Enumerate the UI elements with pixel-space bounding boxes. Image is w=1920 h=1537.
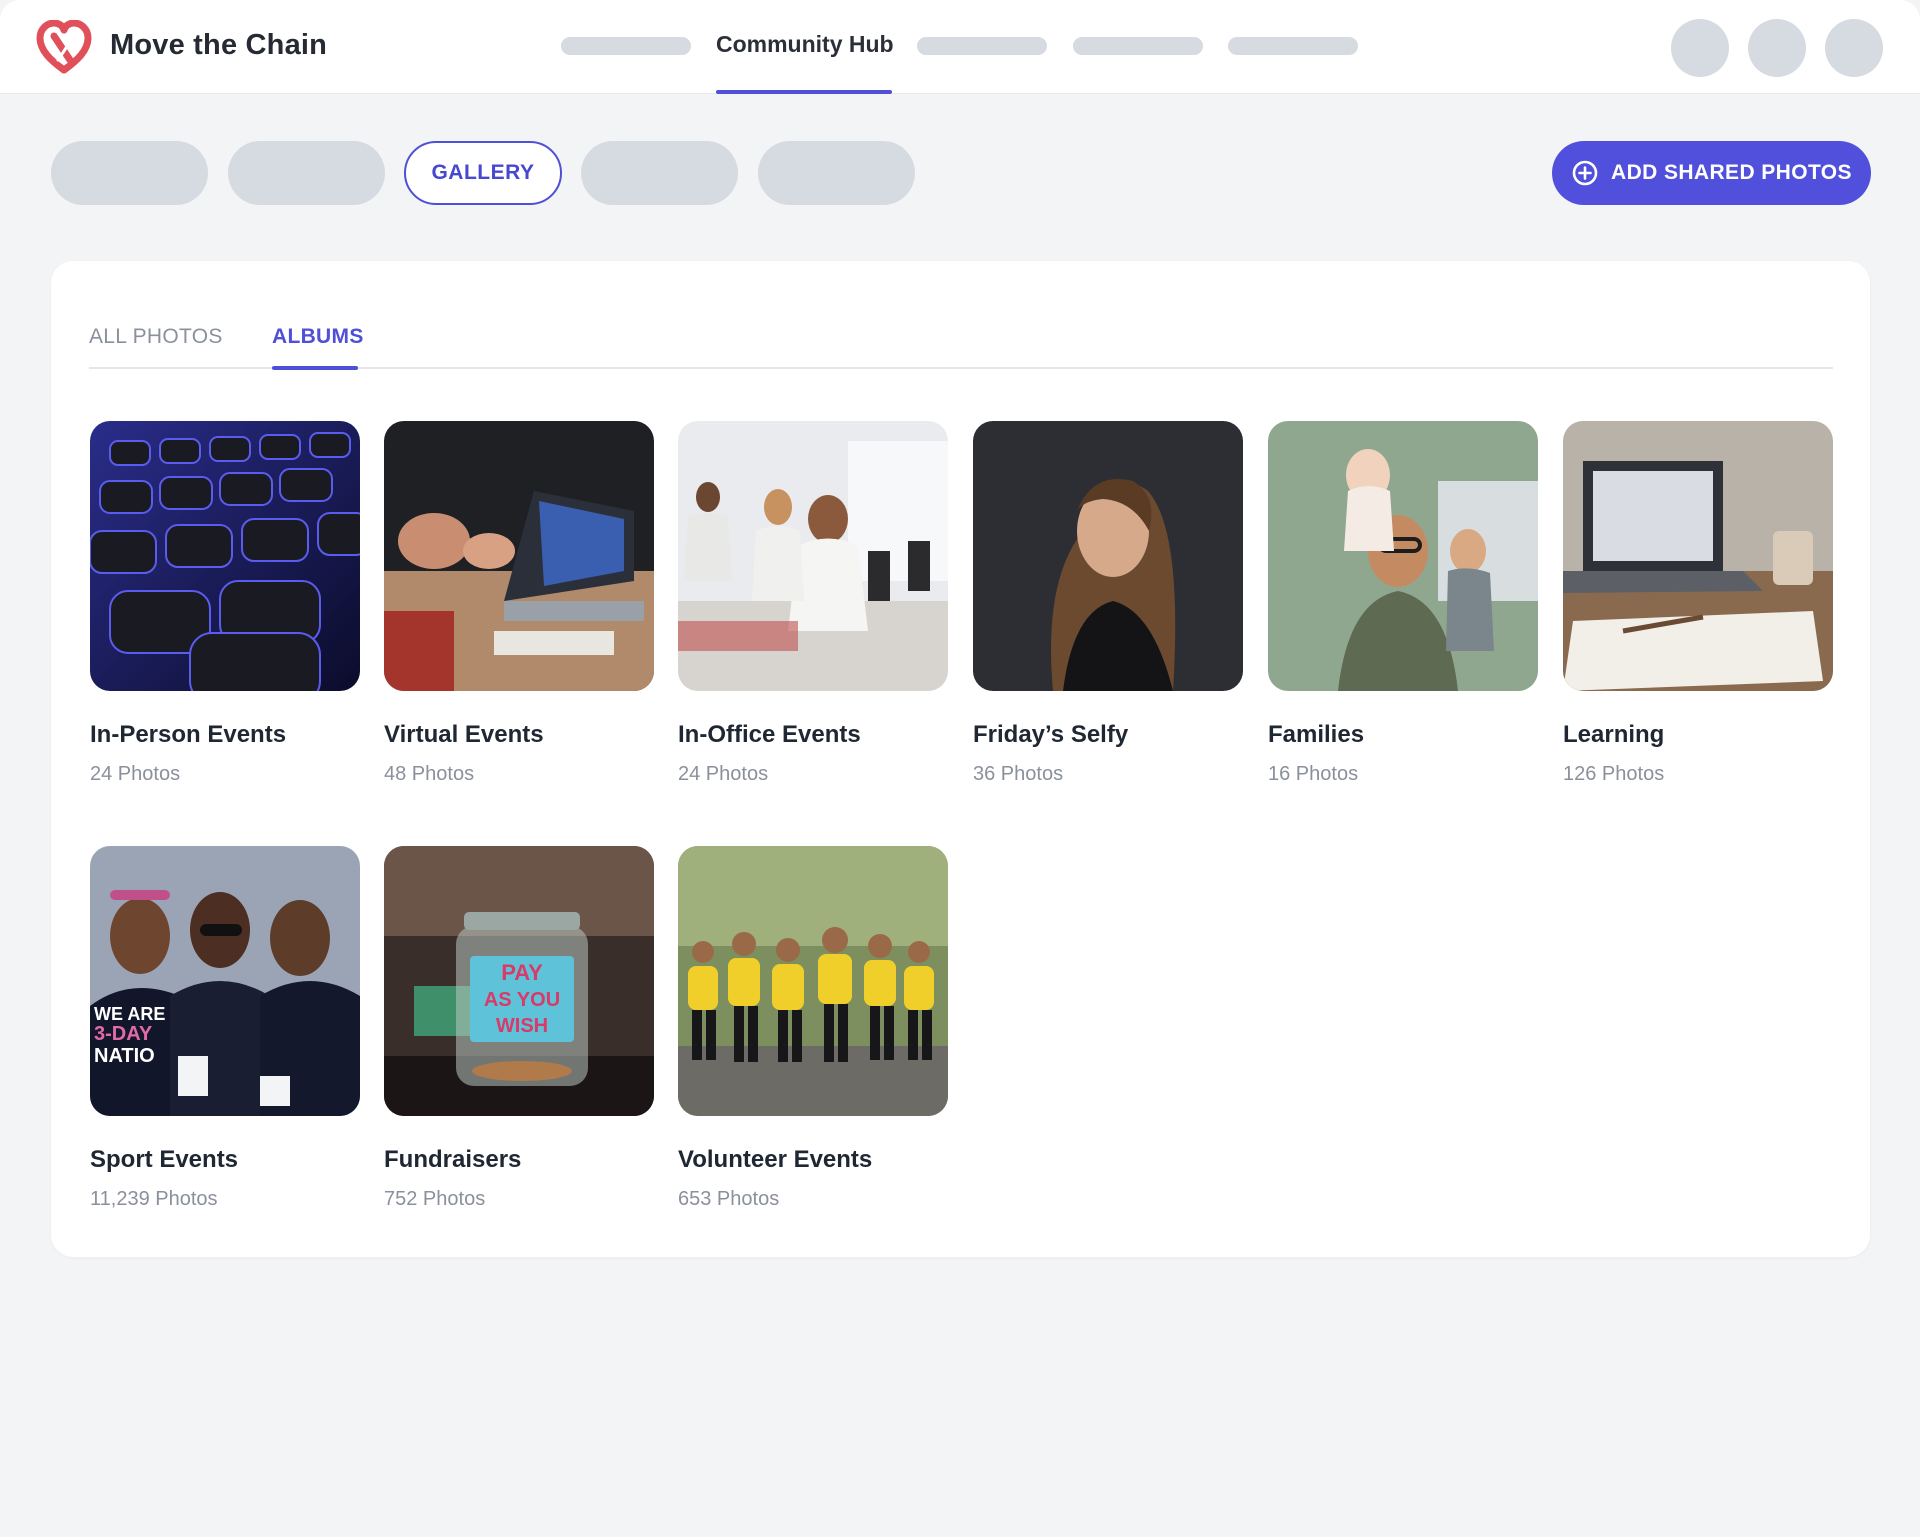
shirt-text-1: WE ARE bbox=[94, 1004, 165, 1024]
album-photo-count: 36 Photos bbox=[973, 763, 1064, 785]
jar-text-2: AS YOU bbox=[484, 989, 560, 1011]
nav-active-indicator bbox=[716, 90, 892, 94]
gallery-card: ALL PHOTOS ALBUMS In-Person Events 24 Ph… bbox=[51, 261, 1870, 1257]
nav-item-community-hub[interactable]: Community Hub bbox=[716, 31, 894, 58]
tab-active-indicator bbox=[272, 366, 358, 370]
album-title: Virtual Events bbox=[384, 721, 544, 748]
album-photo-count: 653 Photos bbox=[678, 1188, 780, 1210]
app-window: Move the Chain Community Hub GALLERY ADD… bbox=[0, 0, 1920, 1537]
section-pill-placeholder-2[interactable] bbox=[228, 141, 385, 205]
laptop-meeting-image bbox=[384, 421, 654, 691]
portrait-image bbox=[973, 421, 1243, 691]
header-action-placeholder-1[interactable] bbox=[1671, 19, 1729, 77]
jar-text-1: PAY bbox=[501, 960, 543, 985]
laptop-notebook-image bbox=[1563, 421, 1833, 691]
add-shared-photos-label: ADD SHARED PHOTOS bbox=[1611, 161, 1852, 184]
section-pill-placeholder-1[interactable] bbox=[51, 141, 208, 205]
shirt-text-3: NATIO bbox=[94, 1045, 155, 1067]
album-card-learning[interactable]: Learning 126 Photos bbox=[1563, 421, 1833, 786]
section-pill-placeholder-3[interactable] bbox=[581, 141, 738, 205]
sport-event-group-image: WE ARE 3-DAY NATIO bbox=[90, 846, 360, 1116]
nav-item-placeholder-4[interactable] bbox=[1228, 37, 1358, 55]
add-shared-photos-button[interactable]: ADD SHARED PHOTOS bbox=[1552, 141, 1871, 205]
tab-albums[interactable]: ALBUMS bbox=[272, 325, 364, 349]
section-pill-placeholder-4[interactable] bbox=[758, 141, 915, 205]
album-card-families[interactable]: Families 16 Photos bbox=[1268, 421, 1538, 786]
album-card-fundraisers[interactable]: PAY AS YOU WISH Fundraisers 752 Photos bbox=[384, 846, 654, 1211]
jar-text-3: WISH bbox=[496, 1015, 548, 1037]
conference-chairs-image bbox=[90, 421, 360, 691]
album-thumbnail[interactable] bbox=[678, 846, 948, 1116]
album-thumbnail[interactable]: WE ARE 3-DAY NATIO bbox=[90, 846, 360, 1116]
volunteer-run-image bbox=[678, 846, 948, 1116]
section-pill-gallery[interactable]: GALLERY bbox=[404, 141, 562, 205]
header-action-placeholder-2[interactable] bbox=[1748, 19, 1806, 77]
album-card-in-office-events[interactable]: In-Office Events 24 Photos bbox=[678, 421, 948, 786]
album-thumbnail[interactable]: PAY AS YOU WISH bbox=[384, 846, 654, 1116]
nav-item-placeholder-1[interactable] bbox=[561, 37, 691, 55]
album-thumbnail[interactable] bbox=[1268, 421, 1538, 691]
album-card-in-person-events[interactable]: In-Person Events 24 Photos bbox=[90, 421, 360, 786]
album-title: Volunteer Events bbox=[678, 1146, 873, 1173]
album-card-virtual-events[interactable]: Virtual Events 48 Photos bbox=[384, 421, 654, 786]
album-thumbnail[interactable] bbox=[384, 421, 654, 691]
album-title: Sport Events bbox=[90, 1146, 239, 1173]
plus-circle-icon bbox=[1572, 160, 1598, 186]
album-title: Fundraisers bbox=[384, 1146, 522, 1173]
shirt-text-2: 3-DAY bbox=[94, 1023, 153, 1045]
album-card-volunteer-events[interactable]: Volunteer Events 653 Photos bbox=[678, 846, 948, 1211]
album-photo-count: 11,239 Photos bbox=[90, 1188, 218, 1210]
heart-chain-logo-icon[interactable] bbox=[36, 20, 92, 74]
tab-all-photos[interactable]: ALL PHOTOS bbox=[89, 325, 223, 349]
album-title: Friday’s Selfy bbox=[973, 721, 1129, 748]
office-meeting-image bbox=[678, 421, 948, 691]
user-avatar-placeholder[interactable] bbox=[1825, 19, 1883, 77]
nav-item-placeholder-2[interactable] bbox=[917, 37, 1047, 55]
tip-jar-image: PAY AS YOU WISH bbox=[384, 846, 654, 1116]
album-photo-count: 24 Photos bbox=[678, 763, 769, 785]
family-photo-image bbox=[1268, 421, 1538, 691]
album-thumbnail[interactable] bbox=[678, 421, 948, 691]
album-thumbnail[interactable] bbox=[90, 421, 360, 691]
brand-name: Move the Chain bbox=[110, 29, 328, 61]
album-title: Learning bbox=[1563, 721, 1665, 748]
album-photo-count: 126 Photos bbox=[1563, 763, 1665, 785]
album-photo-count: 16 Photos bbox=[1268, 763, 1359, 785]
album-thumbnail[interactable] bbox=[973, 421, 1243, 691]
album-card-sport-events[interactable]: WE ARE 3-DAY NATIO Sport Events 11,239 P… bbox=[90, 846, 360, 1211]
album-title: In-Office Events bbox=[678, 721, 861, 748]
nav-item-placeholder-3[interactable] bbox=[1073, 37, 1203, 55]
album-photo-count: 48 Photos bbox=[384, 763, 475, 785]
album-card-fridays-selfy[interactable]: Friday’s Selfy 36 Photos bbox=[973, 421, 1243, 786]
album-photo-count: 24 Photos bbox=[90, 763, 181, 785]
top-navigation-bar: Move the Chain Community Hub bbox=[0, 0, 1920, 94]
album-title: Families bbox=[1268, 721, 1365, 748]
album-title: In-Person Events bbox=[90, 721, 287, 748]
album-photo-count: 752 Photos bbox=[384, 1188, 486, 1210]
album-thumbnail[interactable] bbox=[1563, 421, 1833, 691]
